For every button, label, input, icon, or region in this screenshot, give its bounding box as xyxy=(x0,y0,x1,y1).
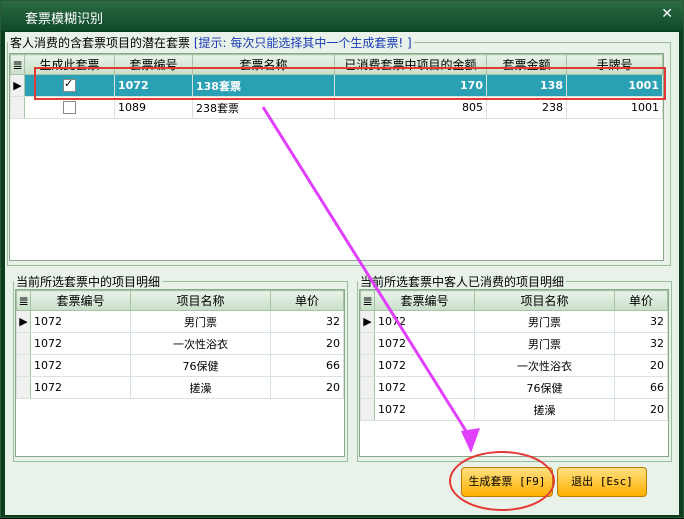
dialog-window: 套票模糊识别 ✕ 客人消费的含套票项目的潜在套票 [提示: 每次只能选择其中一个… xyxy=(0,0,684,518)
annotation-arrow xyxy=(261,106,480,453)
